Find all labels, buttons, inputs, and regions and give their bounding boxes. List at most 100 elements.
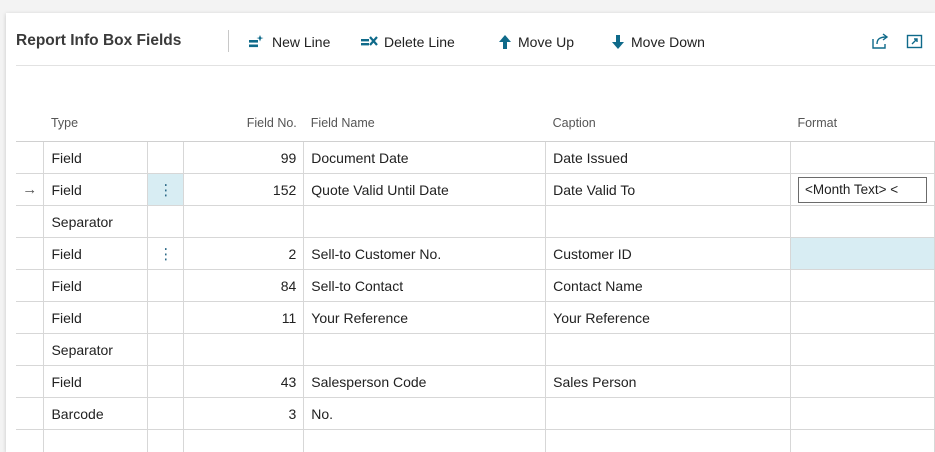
fields-table: Type Field No. Field Name Caption Format…: [16, 105, 935, 452]
row-indicator: [16, 269, 45, 302]
type-cell[interactable]: Barcode: [43, 397, 149, 430]
caption-cell[interactable]: Sales Person: [545, 365, 791, 398]
row-indicator: [16, 301, 45, 334]
field-name-cell[interactable]: Salesperson Code: [303, 365, 547, 398]
table-row[interactable]: Barcode 3 No.: [16, 397, 935, 430]
field-name-cell[interactable]: Your Reference: [303, 301, 547, 334]
type-cell[interactable]: [43, 429, 149, 452]
move-down-label: Move Down: [631, 34, 705, 50]
toolbar-divider: [228, 30, 229, 52]
format-cell[interactable]: [789, 205, 935, 238]
move-down-button[interactable]: Move Down: [611, 32, 705, 52]
format-cell[interactable]: [789, 301, 935, 334]
field-no-cell[interactable]: 43: [183, 365, 305, 398]
table-row[interactable]: Field ⋮ 2 Sell-to Customer No. Customer …: [16, 237, 935, 270]
format-cell[interactable]: [789, 269, 935, 302]
caption-cell[interactable]: [545, 429, 791, 452]
field-name-cell[interactable]: Document Date: [303, 141, 547, 174]
column-header-field-name[interactable]: Field Name: [303, 105, 546, 142]
format-cell[interactable]: [789, 429, 935, 452]
table-row[interactable]: Field 11 Your Reference Your Reference: [16, 301, 935, 334]
field-no-cell[interactable]: [183, 333, 305, 366]
format-input[interactable]: <Month Text> <: [797, 176, 927, 203]
field-name-cell[interactable]: Sell-to Contact: [303, 269, 547, 302]
field-no-cell[interactable]: 2: [183, 237, 305, 270]
column-header-format[interactable]: Format: [790, 105, 935, 142]
row-actions[interactable]: [147, 429, 185, 452]
row-actions[interactable]: ⋮: [147, 237, 185, 270]
new-line-button[interactable]: New Line: [248, 32, 330, 52]
row-indicator: [16, 205, 45, 238]
format-cell[interactable]: [789, 237, 935, 270]
caption-cell[interactable]: [545, 205, 791, 238]
field-no-cell[interactable]: [183, 205, 305, 238]
table-row-empty[interactable]: [16, 429, 935, 452]
new-line-label: New Line: [272, 34, 331, 50]
row-actions[interactable]: [147, 397, 185, 430]
table-row[interactable]: Field 84 Sell-to Contact Contact Name: [16, 269, 935, 302]
delete-line-button[interactable]: Delete Line: [360, 32, 455, 52]
arrow-down-icon: [611, 34, 625, 50]
caption-cell[interactable]: Date Issued: [545, 141, 791, 174]
more-options-icon[interactable]: ⋮: [158, 182, 173, 199]
field-no-cell[interactable]: 84: [183, 269, 305, 302]
field-no-cell[interactable]: [183, 429, 305, 452]
row-indicator: [16, 333, 45, 366]
format-cell[interactable]: [789, 141, 935, 174]
field-name-cell[interactable]: [303, 429, 547, 452]
caption-cell[interactable]: Customer ID: [545, 237, 791, 270]
field-name-cell[interactable]: No.: [303, 397, 547, 430]
column-header-caption[interactable]: Caption: [545, 105, 791, 142]
row-indicator: [16, 237, 45, 270]
table-row[interactable]: Field 99 Document Date Date Issued: [16, 141, 935, 174]
delete-line-icon: [360, 34, 378, 50]
row-actions[interactable]: [147, 269, 185, 302]
format-cell[interactable]: [789, 333, 935, 366]
move-up-button[interactable]: Move Up: [498, 32, 574, 52]
type-cell[interactable]: Field: [43, 365, 149, 398]
field-name-cell[interactable]: Sell-to Customer No.: [303, 237, 547, 270]
column-header-field-no[interactable]: Field No.: [183, 105, 304, 142]
caption-cell[interactable]: Date Valid To: [545, 173, 791, 206]
share-icon[interactable]: [871, 33, 889, 55]
type-cell[interactable]: Field: [43, 237, 149, 270]
table-row-selected[interactable]: → Field ⋮ 152 Quote Valid Until Date Dat…: [16, 173, 935, 206]
arrow-up-icon: [498, 34, 512, 50]
field-no-cell[interactable]: 152: [183, 173, 305, 206]
row-actions[interactable]: [147, 333, 185, 366]
arrow-right-icon: →: [22, 181, 38, 198]
toolbar-bottom-border: [16, 65, 935, 66]
field-no-cell[interactable]: 99: [183, 141, 305, 174]
caption-cell[interactable]: Your Reference: [545, 301, 791, 334]
expand-icon[interactable]: [906, 33, 924, 55]
table-row[interactable]: Separator: [16, 205, 935, 238]
row-actions[interactable]: [147, 301, 185, 334]
type-cell[interactable]: Field: [43, 301, 149, 334]
row-actions[interactable]: [147, 205, 185, 238]
column-header-type[interactable]: Type: [43, 105, 148, 142]
type-cell[interactable]: Field: [43, 269, 149, 302]
format-cell[interactable]: [789, 397, 935, 430]
type-cell[interactable]: Field: [43, 141, 149, 174]
row-actions[interactable]: [147, 365, 185, 398]
caption-cell[interactable]: [545, 397, 791, 430]
field-no-cell[interactable]: 11: [183, 301, 305, 334]
caption-cell[interactable]: [545, 333, 791, 366]
row-indicator: →: [16, 173, 45, 206]
field-no-cell[interactable]: 3: [183, 397, 305, 430]
type-cell[interactable]: Field: [43, 173, 149, 206]
row-actions[interactable]: [147, 141, 185, 174]
type-cell[interactable]: Separator: [43, 333, 149, 366]
field-name-cell[interactable]: [303, 205, 547, 238]
row-actions[interactable]: ⋮: [147, 173, 185, 206]
caption-cell[interactable]: Contact Name: [545, 269, 791, 302]
format-cell[interactable]: <Month Text> <: [789, 173, 935, 206]
more-options-icon[interactable]: ⋮: [158, 246, 173, 263]
field-name-cell[interactable]: Quote Valid Until Date: [303, 173, 547, 206]
actions-header: [147, 105, 184, 142]
table-row[interactable]: Field 43 Salesperson Code Sales Person: [16, 365, 935, 398]
format-cell[interactable]: [789, 365, 935, 398]
field-name-cell[interactable]: [303, 333, 547, 366]
type-cell[interactable]: Separator: [43, 205, 149, 238]
table-row[interactable]: Separator: [16, 333, 935, 366]
